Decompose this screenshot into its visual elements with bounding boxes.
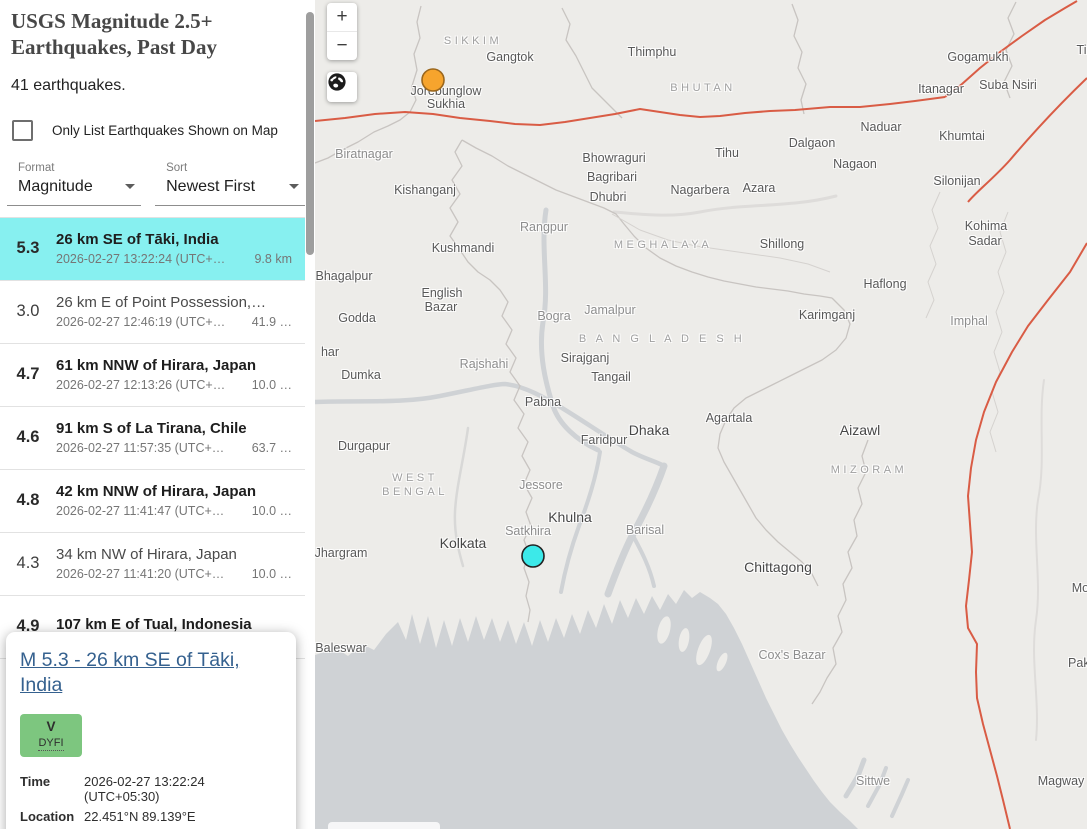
zoom-out-button[interactable]: −	[327, 31, 357, 60]
info-label: Time	[20, 774, 84, 804]
event-time: 2026-02-27 13:22:24 (UTC+…	[56, 252, 225, 266]
event-meta: 2026-02-27 11:41:20 (UTC+… 10.0 …	[56, 567, 292, 581]
earthquake-count: 41 earthquakes.	[11, 77, 305, 95]
event-body: 26 km SE of Tāki, India 2026-02-27 13:22:…	[56, 231, 305, 266]
earthquake-row[interactable]: 3.026 km E of Point Possession,… 2026-02-…	[0, 281, 305, 344]
zoom-control: + −	[327, 3, 357, 60]
event-time: 2026-02-27 12:13:26 (UTC+…	[56, 378, 225, 392]
earthquake-row[interactable]: 4.334 km NW of Hirara, Japan 2026-02-27 1…	[0, 533, 305, 596]
sort-value: Newest First	[166, 178, 255, 196]
event-time: 2026-02-27 11:41:20 (UTC+…	[56, 567, 224, 581]
event-body: 61 km NNW of Hirara, Japan 2026-02-27 12:…	[56, 357, 305, 392]
info-label: Location	[20, 809, 84, 824]
event-depth: 9.8 km	[254, 252, 292, 266]
event-popup-title-link[interactable]: M 5.3 - 26 km SE of Tāki, India	[20, 648, 282, 699]
event-title: 91 km S of La Tirana, Chile	[56, 420, 292, 437]
dyfi-intensity: V	[46, 719, 55, 735]
earthquake-row[interactable]: 4.761 km NNW of Hirara, Japan 2026-02-27 …	[0, 344, 305, 407]
event-meta: 2026-02-27 11:57:35 (UTC+… 63.7 …	[56, 441, 292, 455]
event-meta: 2026-02-27 11:41:47 (UTC+… 10.0 …	[56, 504, 292, 518]
event-body: 34 km NW of Hirara, Japan 2026-02-27 11:4…	[56, 546, 305, 581]
event-magnitude: 4.8	[0, 491, 56, 510]
event-magnitude: 4.6	[0, 428, 56, 447]
earthquake-marker-orange[interactable]	[422, 69, 444, 91]
info-value: 2026-02-27 13:22:24 (UTC+05:30)	[84, 774, 282, 804]
earthquake-row[interactable]: 4.842 km NNW of Hirara, Japan 2026-02-27 …	[0, 470, 305, 533]
dyfi-badge[interactable]: V DYFI	[20, 714, 82, 757]
event-title: 42 km NNW of Hirara, Japan	[56, 483, 292, 500]
event-depth: 10.0 …	[252, 567, 292, 581]
event-title: 61 km NNW of Hirara, Japan	[56, 357, 292, 374]
event-title: 107 km E of Tual, Indonesia	[56, 616, 292, 633]
usgs-earthquakes-app: SIKKIMGangtokThimphuBHUTANGogamukhSuba N…	[0, 0, 1087, 829]
event-depth: 10.0 …	[252, 504, 292, 518]
earthquake-row[interactable]: 5.326 km SE of Tāki, India 2026-02-27 13:…	[0, 218, 305, 281]
event-time: 2026-02-27 12:46:19 (UTC+…	[56, 315, 225, 329]
event-body: 91 km S of La Tirana, Chile 2026-02-27 11…	[56, 420, 305, 455]
chevron-down-icon	[289, 184, 299, 189]
event-magnitude: 4.3	[0, 554, 56, 573]
event-depth: 63.7 …	[252, 441, 292, 455]
event-meta: 2026-02-27 13:22:24 (UTC+… 9.8 km	[56, 252, 292, 266]
event-time: 2026-02-27 11:41:47 (UTC+…	[56, 504, 224, 518]
earthquake-marker-selected[interactable]	[522, 545, 544, 567]
format-value: Magnitude	[18, 178, 93, 196]
event-magnitude: 4.7	[0, 365, 56, 384]
map-scale-control	[328, 822, 440, 829]
event-magnitude: 3.0	[0, 302, 56, 321]
event-info-table: Time 2026-02-27 13:22:24 (UTC+05:30) Loc…	[20, 774, 282, 829]
scrollbar-thumb[interactable]	[306, 12, 314, 255]
event-magnitude: 5.3	[0, 239, 56, 258]
event-body: 42 km NNW of Hirara, Japan 2026-02-27 11:…	[56, 483, 305, 518]
event-depth: 10.0 …	[252, 378, 292, 392]
event-title: 34 km NW of Hirara, Japan	[56, 546, 292, 563]
event-meta: 2026-02-27 12:13:26 (UTC+… 10.0 …	[56, 378, 292, 392]
event-body: 26 km E of Point Possession,… 2026-02-27 …	[56, 294, 305, 329]
chevron-down-icon	[125, 184, 135, 189]
event-title: 26 km SE of Tāki, India	[56, 231, 292, 248]
sort-label: Sort	[155, 162, 305, 174]
checkbox-label: Only List Earthquakes Shown on Map	[52, 123, 278, 138]
zoom-in-button[interactable]: +	[327, 3, 357, 31]
event-title: 26 km E of Point Possession,…	[56, 294, 292, 311]
event-depth: 41.9 …	[252, 315, 292, 329]
earthquake-markers-layer	[315, 0, 1087, 829]
format-label: Format	[7, 162, 141, 174]
sort-select[interactable]: Sort Newest First	[155, 162, 305, 206]
earthquake-list: 5.326 km SE of Tāki, India 2026-02-27 13:…	[0, 217, 305, 659]
page-title: USGS Magnitude 2.5+ Earthquakes, Past Da…	[0, 0, 305, 61]
event-time: 2026-02-27 11:57:35 (UTC+…	[56, 441, 224, 455]
sidebar-scrollbar	[305, 0, 315, 829]
map[interactable]: SIKKIMGangtokThimphuBHUTANGogamukhSuba N…	[315, 0, 1087, 829]
only-list-shown-checkbox[interactable]	[12, 120, 33, 141]
dyfi-label: DYFI	[38, 736, 63, 751]
format-select[interactable]: Format Magnitude	[7, 162, 141, 206]
event-popup: M 5.3 - 26 km SE of Tāki, India V DYFI T…	[6, 632, 296, 829]
earthquake-row[interactable]: 4.691 km S of La Tirana, Chile 2026-02-27…	[0, 407, 305, 470]
event-meta: 2026-02-27 12:46:19 (UTC+… 41.9 …	[56, 315, 292, 329]
globe-button[interactable]	[327, 72, 357, 102]
info-value: 22.451°N 89.139°E	[84, 809, 282, 824]
